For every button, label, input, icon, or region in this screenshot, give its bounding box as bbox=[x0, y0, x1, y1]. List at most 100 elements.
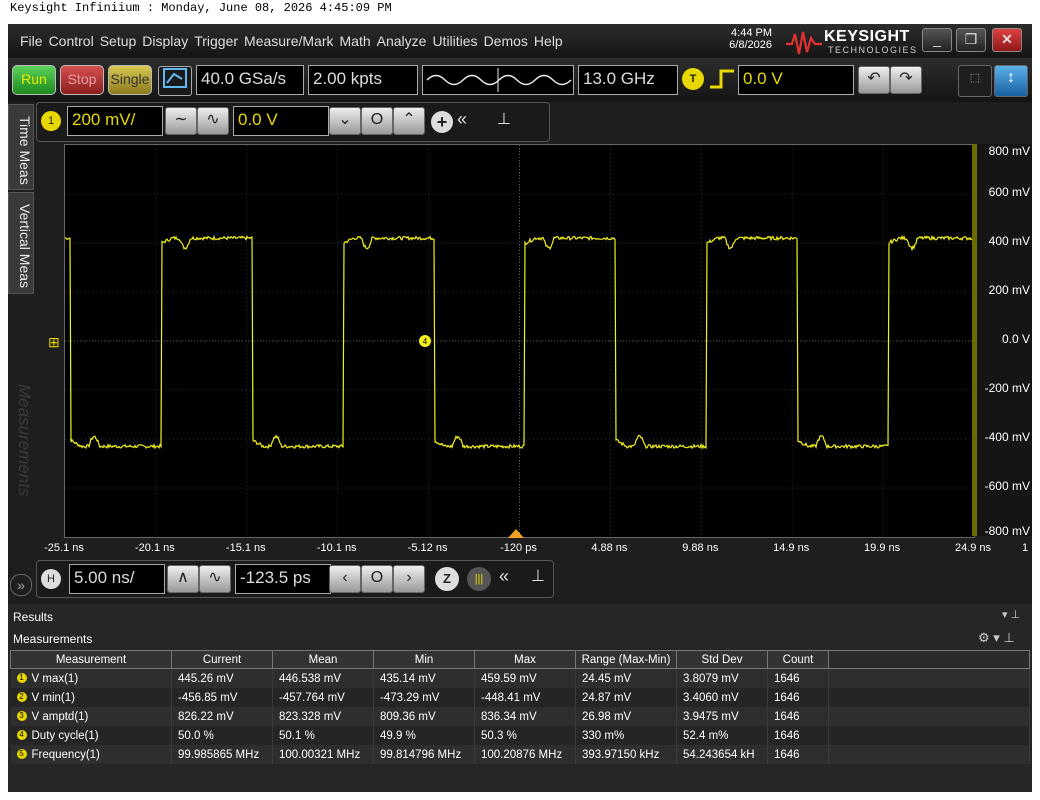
brand-sub: TECHNOLOGIES bbox=[828, 45, 918, 55]
measurement-value-cell: 330 m% bbox=[575, 726, 677, 745]
scale-increase-icon[interactable]: ∿ bbox=[197, 107, 229, 135]
minimize-button[interactable]: _ bbox=[922, 28, 952, 52]
ground-marker-icon[interactable]: ⊞ bbox=[48, 334, 60, 351]
measurement-value-cell: 823.328 mV bbox=[272, 707, 374, 726]
zoom-select-icon[interactable]: ⬚ bbox=[958, 65, 992, 97]
tab-vertical-meas[interactable]: Vertical Meas bbox=[8, 192, 34, 294]
brand-name: KEYSIGHT bbox=[824, 28, 910, 45]
restore-button[interactable]: ❐ bbox=[956, 28, 986, 52]
rising-edge-icon[interactable] bbox=[708, 68, 736, 90]
bandwidth-field[interactable]: 13.0 GHz bbox=[578, 65, 678, 95]
collapse-horizontal-icon[interactable]: « bbox=[499, 566, 509, 587]
column-header[interactable]: Count bbox=[767, 650, 829, 669]
position-right-icon[interactable]: › bbox=[393, 565, 425, 593]
menu-analyze[interactable]: Analyze bbox=[377, 33, 427, 49]
run-button[interactable]: Run bbox=[12, 65, 56, 95]
row-spacer bbox=[828, 688, 1030, 707]
column-header[interactable]: Max bbox=[474, 650, 576, 669]
acquisition-mode-icon[interactable] bbox=[422, 65, 574, 95]
menu-display[interactable]: Display bbox=[142, 33, 188, 49]
menu-help[interactable]: Help bbox=[534, 33, 563, 49]
horizontal-position-field[interactable]: -123.5 ps bbox=[235, 564, 331, 594]
measurement-row[interactable]: 5 Frequency(1) 99.985865 MHz 100.00321 MHz 9… bbox=[10, 745, 1030, 764]
undo-icon[interactable]: ↶ bbox=[858, 66, 890, 94]
redo-icon[interactable]: ↷ bbox=[890, 66, 922, 94]
position-left-icon[interactable]: ‹ bbox=[329, 565, 361, 593]
trigger-position-icon[interactable] bbox=[508, 528, 524, 538]
measurement-value-cell: 24.87 mV bbox=[575, 688, 677, 707]
add-channel-icon[interactable]: + bbox=[431, 111, 453, 133]
measurement-name-cell: 2 V min(1) bbox=[10, 688, 172, 707]
waveform-display[interactable]: 4 bbox=[64, 144, 975, 538]
menu-measuremark[interactable]: Measure/Mark bbox=[244, 33, 333, 49]
trigger-level-field[interactable]: 0.0 V bbox=[738, 65, 854, 95]
zoom-icon[interactable]: Z bbox=[435, 567, 459, 591]
menu-math[interactable]: Math bbox=[340, 33, 371, 49]
column-header-spacer bbox=[828, 650, 1030, 669]
measurement-value-cell: -457.764 mV bbox=[272, 688, 374, 707]
menu-file[interactable]: File bbox=[20, 33, 43, 49]
timing-ruler-icon[interactable]: ||| bbox=[467, 567, 491, 591]
measurement-row[interactable]: 2 V min(1) -456.85 mV -457.764 mV -473.29 mV… bbox=[10, 688, 1030, 707]
results-dropdown-icon[interactable]: ▾ ⊥ bbox=[1002, 608, 1020, 621]
measurement-row[interactable]: 3 V amptd(1) 826.22 mV 823.328 mV 809.36 mV 8… bbox=[10, 707, 1030, 726]
expand-panel-icon[interactable]: » bbox=[10, 574, 32, 596]
menu-demos[interactable]: Demos bbox=[484, 33, 528, 49]
x-tick-label: -120 ps bbox=[500, 542, 537, 554]
offset-up-icon[interactable]: ⌃ bbox=[393, 107, 425, 135]
x-tick-label: -15.1 ns bbox=[225, 542, 266, 554]
position-zero-icon[interactable]: O bbox=[361, 565, 393, 593]
offset-down-icon[interactable]: ⌄ bbox=[329, 107, 361, 135]
column-header[interactable]: Measurement bbox=[10, 650, 172, 669]
timebase-faster-icon[interactable]: ∧ bbox=[167, 565, 199, 593]
trigger-badge[interactable]: T bbox=[682, 68, 704, 90]
measurement-value-cell: 1646 bbox=[767, 726, 829, 745]
measurement-row[interactable]: 4 Duty cycle(1) 50.0 % 50.1 % 49.9 % 50.3 % 33… bbox=[10, 726, 1030, 745]
menu-setup[interactable]: Setup bbox=[100, 33, 137, 49]
measurement-value-cell: 435.14 mV bbox=[373, 668, 475, 688]
column-header[interactable]: Min bbox=[373, 650, 475, 669]
sample-rate-field[interactable]: 40.0 GSa/s bbox=[196, 65, 304, 95]
measurement-marker-label: 4 bbox=[423, 337, 428, 346]
offset-zero-icon[interactable]: O bbox=[361, 107, 393, 135]
menu-utilities[interactable]: Utilities bbox=[432, 33, 477, 49]
close-button[interactable]: ✕ bbox=[992, 28, 1022, 52]
vertical-scale-field[interactable]: 200 mV/ bbox=[67, 106, 163, 136]
column-header[interactable]: Std Dev bbox=[676, 650, 768, 669]
pin-icon[interactable]: ⊥ bbox=[497, 109, 511, 129]
scale-decrease-icon[interactable]: ∼ bbox=[165, 107, 197, 135]
keysight-logo: KEYSIGHT TECHNOLOGIES bbox=[784, 28, 916, 56]
measurement-row[interactable]: 1 V max(1) 445.26 mV 446.538 mV 435.14 mV 459… bbox=[10, 668, 1030, 688]
column-header[interactable]: Mean bbox=[272, 650, 374, 669]
timebase-slower-icon[interactable]: ∿ bbox=[199, 565, 231, 593]
channel-1-badge[interactable]: 1 bbox=[41, 111, 61, 131]
measurement-name-cell: 3 V amptd(1) bbox=[10, 707, 172, 726]
pointer-mode-icon[interactable]: ↕ bbox=[994, 65, 1028, 97]
column-header[interactable]: Current bbox=[171, 650, 273, 669]
measurement-value-cell: -456.85 mV bbox=[171, 688, 273, 707]
y-tick-label: -600 mV bbox=[984, 479, 1030, 493]
autoscale-icon[interactable] bbox=[158, 66, 192, 96]
pin-horizontal-icon[interactable]: ⊥ bbox=[531, 566, 545, 586]
y-tick-label: -200 mV bbox=[984, 381, 1030, 395]
vertical-offset-field[interactable]: 0.0 V bbox=[233, 106, 329, 136]
memory-depth-field[interactable]: 2.00 kpts bbox=[308, 65, 418, 95]
horizontal-badge[interactable]: H bbox=[41, 569, 61, 589]
measurement-settings-icon[interactable]: ⚙ ▾ ⊥ bbox=[978, 630, 1015, 646]
infiniium-window: File Control Setup Display Trigger Measure/Ma… bbox=[8, 24, 1032, 792]
x-tick-label: 14.9 ns bbox=[773, 542, 810, 554]
stop-button[interactable]: Stop bbox=[60, 65, 104, 95]
column-header[interactable]: Range (Max-Min) bbox=[575, 650, 677, 669]
row-spacer bbox=[828, 745, 1030, 764]
clock-time: 4:44 PM bbox=[731, 27, 772, 39]
measurement-value-cell: 1646 bbox=[767, 668, 829, 688]
collapse-icon[interactable]: « bbox=[457, 109, 467, 130]
tab-time-meas[interactable]: Time Meas bbox=[8, 104, 34, 190]
menu-control[interactable]: Control bbox=[49, 33, 94, 49]
single-button[interactable]: Single bbox=[108, 65, 152, 95]
y-tick-label: 200 mV bbox=[988, 283, 1030, 297]
y-tick-label: 0.0 V bbox=[1001, 332, 1030, 346]
timebase-scale-field[interactable]: 5.00 ns/ bbox=[69, 564, 165, 594]
menu-trigger[interactable]: Trigger bbox=[194, 33, 238, 49]
measurement-name: Duty cycle(1) bbox=[31, 729, 99, 742]
